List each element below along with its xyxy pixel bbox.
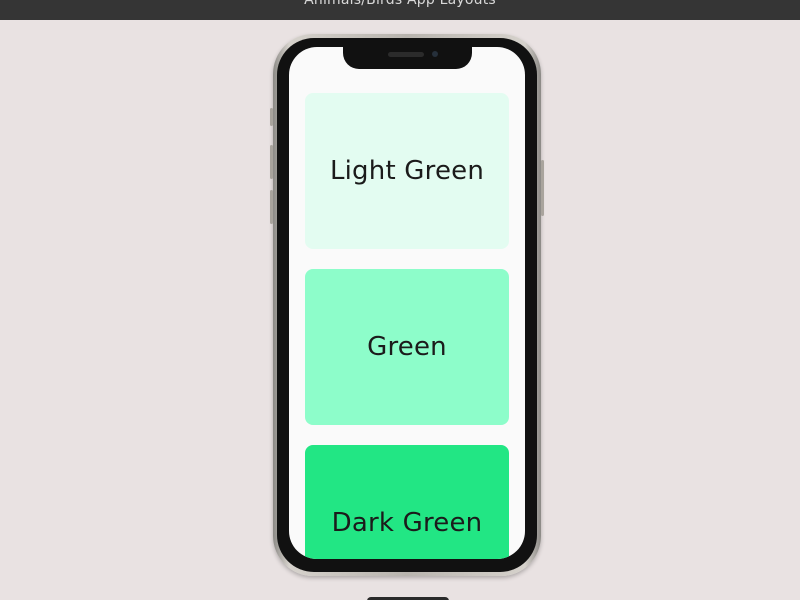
power-button: [541, 160, 544, 216]
card-label: Dark Green: [331, 508, 483, 538]
front-camera-icon: [432, 51, 438, 57]
card-label: Light Green: [329, 156, 485, 186]
volume-up-button: [270, 145, 273, 179]
phone-screen: Light Green Green Dark Green: [289, 47, 525, 559]
card-light-green[interactable]: Light Green: [305, 93, 509, 249]
window-title: Animals/Birds App Layouts: [304, 0, 496, 8]
card-green[interactable]: Green: [305, 269, 509, 425]
volume-down-button: [270, 190, 273, 224]
card-dark-green[interactable]: Dark Green: [305, 445, 509, 559]
title-bar: Animals/Birds App Layouts: [0, 0, 800, 20]
speaker-grille: [388, 52, 424, 57]
stage: Animals/Birds App Layouts Light Green Gr…: [0, 0, 800, 600]
card-label: Green: [367, 332, 447, 362]
mute-switch: [270, 108, 273, 126]
